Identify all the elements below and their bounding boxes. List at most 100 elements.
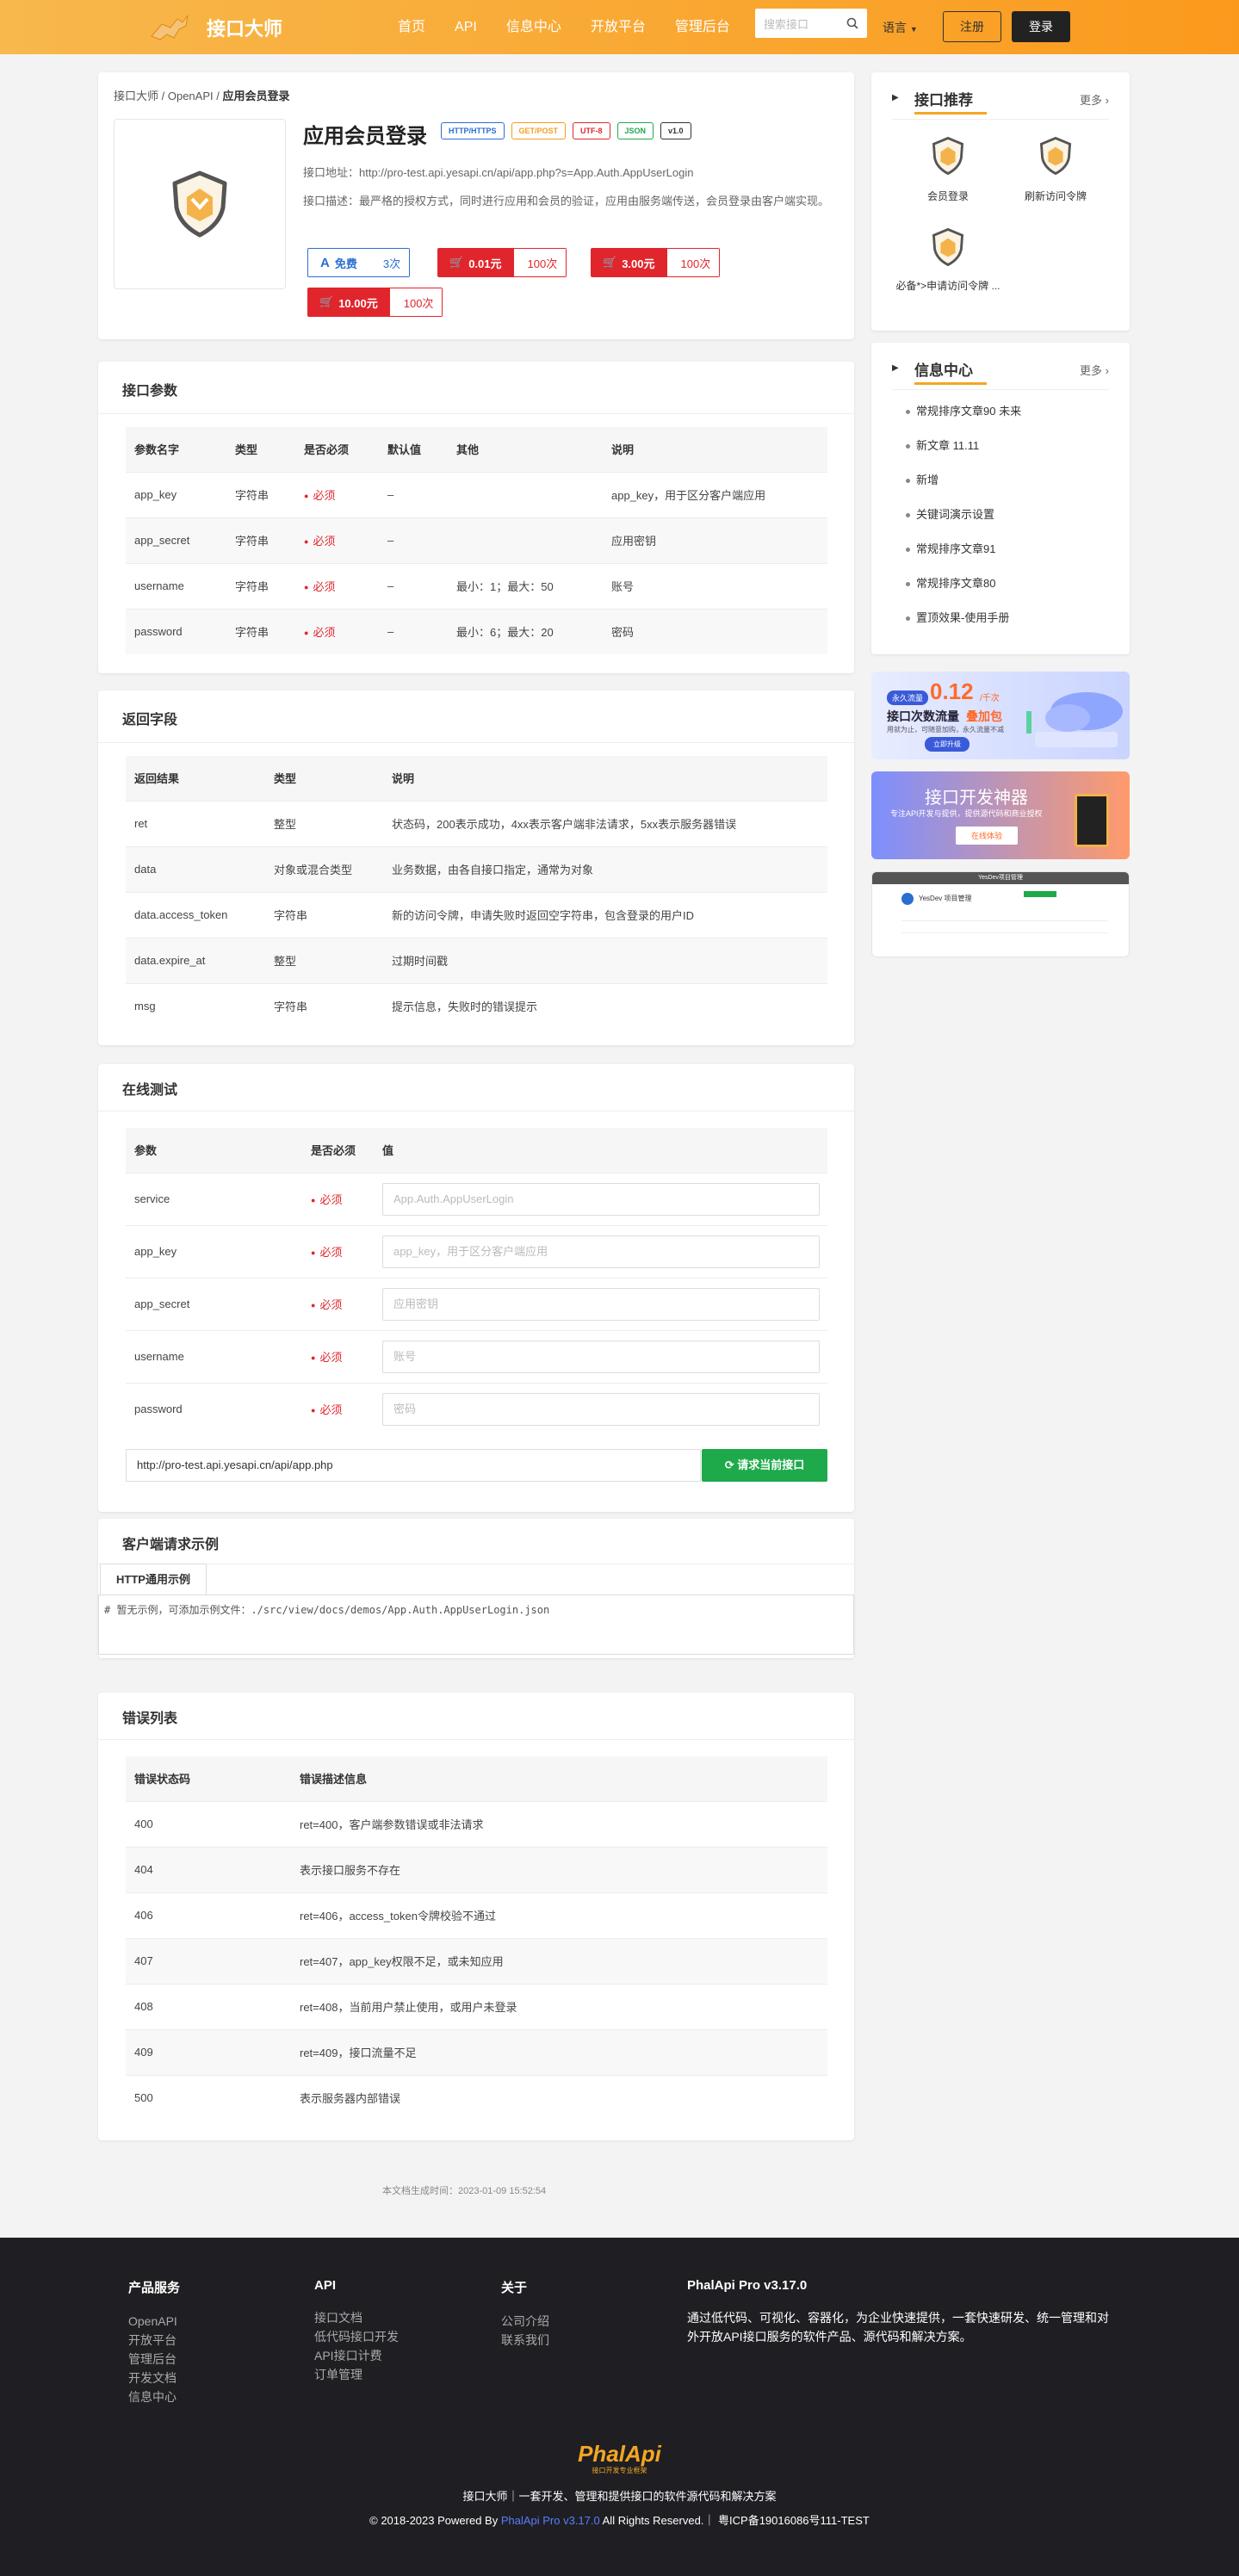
app-key-input[interactable]: app_key，用于区分客户端应用 <box>382 1235 820 1268</box>
footer-slogan: 接口大师｜一套开发、管理和提供接口的软件源代码和解决方案 <box>462 2490 777 2503</box>
api-tags: HTTP/HTTPS GET/POST UTF-8 JSON v1.0 <box>441 122 691 139</box>
table-header-row: 参数 是否必须 值 <box>126 1128 827 1173</box>
recommend-title: 接口推荐 <box>914 92 973 108</box>
client-title: 客户端请求示例 <box>122 1538 220 1552</box>
yesdev-banner[interactable]: YesDev项目管理 YesDev 项目管理 <box>871 871 1130 957</box>
table-row: 408 ret=408，当前用户禁止使用，或用户未登录 <box>126 1983 827 2029</box>
table-row: 404 表示接口服务不存在 <box>126 1846 827 1892</box>
breadcrumb-home[interactable]: 接口大师 <box>114 90 158 102</box>
price-001-button[interactable]: 🛒 0.01元 100次 <box>437 248 567 277</box>
cloud-illustration-icon <box>1026 692 1123 747</box>
table-row: username必须账号 <box>126 1329 827 1383</box>
footer-link[interactable]: 订单管理 <box>314 2365 399 2384</box>
api-icon-box <box>114 119 286 289</box>
footer-link[interactable]: 开发文档 <box>128 2369 180 2387</box>
table-header-row: 参数名字 类型 是否必须 默认值 其他 说明 <box>126 427 827 472</box>
table-row: password字符串必须–最小：6；最大：20密码 <box>126 608 827 654</box>
recommend-more-link[interactable]: 更多 › <box>1080 91 1109 108</box>
nav-home[interactable]: 首页 <box>383 0 440 54</box>
refresh-icon: ⟳ <box>724 1458 734 1471</box>
chevron-right-icon: › <box>1105 364 1109 377</box>
recommend-item[interactable]: 必备*>申请访问令牌 ... <box>883 227 1013 293</box>
register-button[interactable]: 注册 <box>943 11 1001 42</box>
table-row: app_secret字符串必须–应用密钥 <box>126 517 827 563</box>
footer-link[interactable]: 开放平台 <box>128 2331 180 2350</box>
table-row: app_secret必须应用密钥 <box>126 1277 827 1330</box>
username-input[interactable]: 账号 <box>382 1340 820 1373</box>
request-url-input[interactable]: http://pro-test.api.yesapi.cn/api/app.ph… <box>126 1449 701 1482</box>
shield-icon <box>932 136 964 176</box>
footer-link[interactable]: 管理后台 <box>128 2350 180 2369</box>
footer-link[interactable]: OpenAPI <box>128 2312 180 2331</box>
nav-api[interactable]: API <box>440 0 492 54</box>
price-1000-button[interactable]: 🛒 10.00元 100次 <box>307 288 443 317</box>
breadcrumb: 接口大师 / OpenAPI / 应用会员登录 <box>114 90 290 102</box>
nav-info[interactable]: 信息中心 <box>492 0 576 54</box>
font-a-icon: A <box>320 255 330 270</box>
table-header-row: 返回结果 类型 说明 <box>126 756 827 801</box>
list-item[interactable]: 常规排序文章91 <box>906 532 1021 567</box>
request-button[interactable]: ⟳ 请求当前接口 <box>702 1449 827 1482</box>
info-more-link[interactable]: 更多 › <box>1080 362 1109 378</box>
footer-link[interactable]: API接口计费 <box>314 2346 399 2365</box>
footer-col-about: 关于 公司介绍 联系我们 <box>501 2278 549 2350</box>
search-icon[interactable] <box>846 17 858 29</box>
code-block: # 暂无示例，可添加示例文件：./src/view/docs/demos/App… <box>98 1595 854 1655</box>
price-300-button[interactable]: 🛒 3.00元 100次 <box>591 248 721 277</box>
info-list: 常规排序文章90 未来 新文章 11.11 新增 关键词演示设置 常规排序文章9… <box>906 394 1021 635</box>
footer-link[interactable]: 公司介绍 <box>501 2312 549 2331</box>
tag-protocol: HTTP/HTTPS <box>441 122 505 139</box>
app-secret-input[interactable]: 应用密钥 <box>382 1287 820 1321</box>
price-free-button[interactable]: A 免费 3次 <box>307 248 411 277</box>
list-item[interactable]: 新文章 11.11 <box>906 429 1021 463</box>
footer-about: PhalApi Pro v3.17.0 通过低代码、可视化、容器化，为企业快速提… <box>687 2278 1109 2344</box>
caret-right-icon: ▶ <box>892 363 899 373</box>
list-item[interactable]: 新增 <box>906 463 1021 498</box>
list-item[interactable]: 常规排序文章90 未来 <box>906 394 1021 429</box>
list-item[interactable]: 关键词演示设置 <box>906 498 1021 532</box>
list-item[interactable]: 置顶效果-使用手册 <box>906 601 1021 635</box>
app-logo-icon <box>901 893 914 905</box>
brand-logo[interactable]: 接口大师 <box>148 10 282 45</box>
login-button[interactable]: 登录 <box>1012 11 1070 42</box>
footer-logo: PhalApi 接口开发专业框架 <box>578 2441 661 2474</box>
footer-copyright: © 2018-2023 Powered By PhalApi Pro v3.17… <box>369 2514 870 2527</box>
table-row: username字符串必须–最小：1；最大：50账号 <box>126 562 827 609</box>
search-input[interactable]: 搜索接口 <box>755 9 867 38</box>
cart-icon: 🛒 <box>319 295 334 308</box>
tag-format: JSON <box>616 122 654 139</box>
params-title: 接口参数 <box>122 384 178 399</box>
language-select[interactable]: 语言 ▼ <box>883 19 918 36</box>
tag-method: GET/POST <box>511 122 567 139</box>
table-row: 409 ret=409，接口流量不足 <box>126 2028 827 2075</box>
shield-icon <box>932 227 964 267</box>
footer-link[interactable]: 联系我们 <box>501 2331 549 2350</box>
table-row: ret 整型 状态码，200表示成功，4xx表示客户端非法请求，5xx表示服务器错误 <box>126 800 827 846</box>
errors-table: 错误状态码 错误描述信息 400 ret=400，客户端参数错误或非法请求 404… <box>126 1756 827 2121</box>
footer-col-api: API 接口文档 低代码接口开发 API接口计费 订单管理 <box>314 2278 399 2384</box>
table-row: data.access_token 字符串 新的访问令牌，申请失败时返回空字符串，包… <box>126 891 827 938</box>
shield-icon <box>1039 136 1072 176</box>
traffic-pack-banner[interactable]: 永久流量 0.12 /千次 接口次数流量 叠加包 用就为止，可随意加购，永久流量… <box>871 672 1130 759</box>
phalapi-link[interactable]: PhalApi Pro v3.17.0 <box>501 2514 600 2527</box>
table-row: password必须密码 <box>126 1382 827 1435</box>
chevron-down-icon: ▼ <box>909 25 918 34</box>
footer-link[interactable]: 信息中心 <box>128 2387 180 2406</box>
nav-admin[interactable]: 管理后台 <box>660 0 745 54</box>
table-row: msg 字符串 提示信息，失败时的错误提示 <box>126 982 827 1029</box>
table-row: 407 ret=407，app_key权限不足，或未知应用 <box>126 1937 827 1984</box>
nav-open-platform[interactable]: 开放平台 <box>576 0 660 54</box>
dev-tool-banner[interactable]: 接口开发神器 专注API开发与提供，提供源代码和商业授权 在线体验 <box>871 771 1130 859</box>
tab-http-example[interactable]: HTTP通用示例 <box>100 1564 207 1595</box>
list-item[interactable]: 常规排序文章80 <box>906 567 1021 601</box>
password-input[interactable]: 密码 <box>382 1392 820 1426</box>
params-table: 参数名字 类型 是否必须 默认值 其他 说明 app_key字符串必须–app_… <box>126 427 827 654</box>
table-row: app_key字符串必须–app_key，用于区分客户端应用 <box>126 471 827 517</box>
breadcrumb-openapi[interactable]: OpenAPI <box>168 90 214 102</box>
recommend-item[interactable]: 刷新访问令牌 <box>1013 136 1099 203</box>
footer-link[interactable]: 接口文档 <box>314 2308 399 2327</box>
api-description: 接口描述：最严格的授权方式，同时进行应用和会员的验证，应用由服务端传送，会员登录… <box>303 195 830 207</box>
recommend-item[interactable]: 会员登录 <box>909 136 987 203</box>
footer-link[interactable]: 低代码接口开发 <box>314 2327 399 2346</box>
service-input[interactable]: App.Auth.AppUserLogin <box>382 1182 820 1216</box>
